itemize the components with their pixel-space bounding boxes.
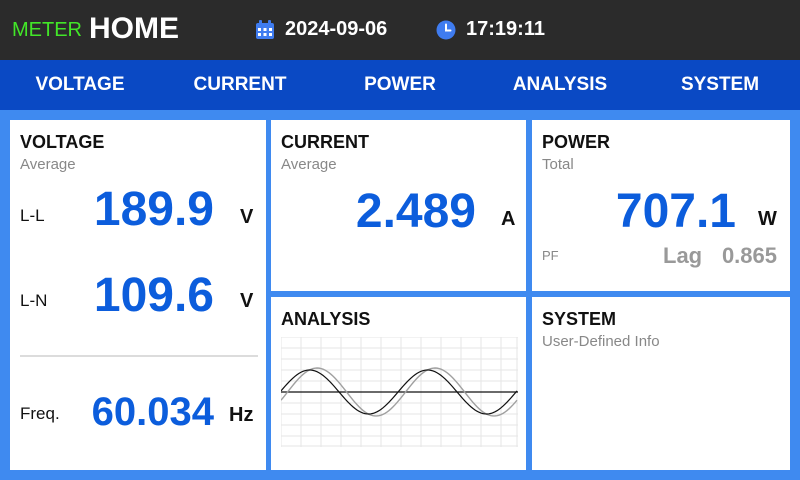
ll-voltage-value: 189.9 xyxy=(93,183,214,236)
clock-icon xyxy=(436,20,456,40)
tab-voltage[interactable]: VOLTAGE xyxy=(0,60,160,110)
tab-power[interactable]: POWER xyxy=(320,60,480,110)
date-display: 2024-09-06 xyxy=(285,18,388,40)
power-panel-subtitle: Total xyxy=(542,156,574,173)
calendar-icon xyxy=(256,20,274,39)
time-display: 17:19:11 xyxy=(466,18,545,40)
ln-voltage-value: 109.6 xyxy=(93,269,214,322)
current-panel-subtitle: Average xyxy=(281,156,337,173)
ln-voltage-unit: V xyxy=(240,290,254,312)
frequency-value: 60.034 xyxy=(91,390,214,434)
ll-voltage-unit: V xyxy=(240,206,254,228)
analysis-panel[interactable]: ANALYSIS xyxy=(271,297,526,470)
waveform-plot xyxy=(281,337,518,447)
tab-analysis[interactable]: ANALYSIS xyxy=(480,60,640,110)
main-nav: VOLTAGE CURRENT POWER ANALYSIS SYSTEM xyxy=(0,60,800,110)
page-title: HOME xyxy=(89,12,179,45)
power-value: 707.1 xyxy=(615,185,736,238)
top-status-bar: METER HOME 2024-09-06 17:19:11 xyxy=(0,0,800,60)
power-panel-title: POWER xyxy=(542,132,611,152)
voltage-panel-subtitle: Average xyxy=(20,156,76,173)
ll-label: L-L xyxy=(20,206,45,225)
voltage-panel-title: VOLTAGE xyxy=(20,132,105,152)
ln-label: L-N xyxy=(20,291,48,310)
current-unit: A xyxy=(501,208,516,230)
pf-label: PF xyxy=(542,248,559,263)
current-value: 2.489 xyxy=(355,185,476,238)
freq-label: Freq. xyxy=(20,404,60,423)
brand-prefix: METER xyxy=(12,19,82,41)
analysis-panel-title: ANALYSIS xyxy=(281,309,371,329)
current-panel[interactable]: CURRENT Average 2.489 A xyxy=(271,120,526,291)
current-panel-title: CURRENT xyxy=(281,132,369,152)
system-panel[interactable]: SYSTEM User-Defined Info xyxy=(532,297,790,470)
system-panel-title: SYSTEM xyxy=(542,309,617,329)
pf-type: Lag xyxy=(663,243,703,268)
voltage-panel[interactable]: VOLTAGE Average L-L 189.9 V L-N 109.6 V … xyxy=(10,120,266,470)
power-unit: W xyxy=(758,208,777,230)
power-panel[interactable]: POWER Total 707.1 W PF Lag 0.865 xyxy=(532,120,790,291)
frequency-unit: Hz xyxy=(229,404,254,426)
voltage-divider xyxy=(20,355,258,357)
system-panel-subtitle: User-Defined Info xyxy=(542,333,660,350)
tab-current[interactable]: CURRENT xyxy=(160,60,320,110)
tab-system[interactable]: SYSTEM xyxy=(640,60,800,110)
pf-value: 0.865 xyxy=(721,243,777,268)
